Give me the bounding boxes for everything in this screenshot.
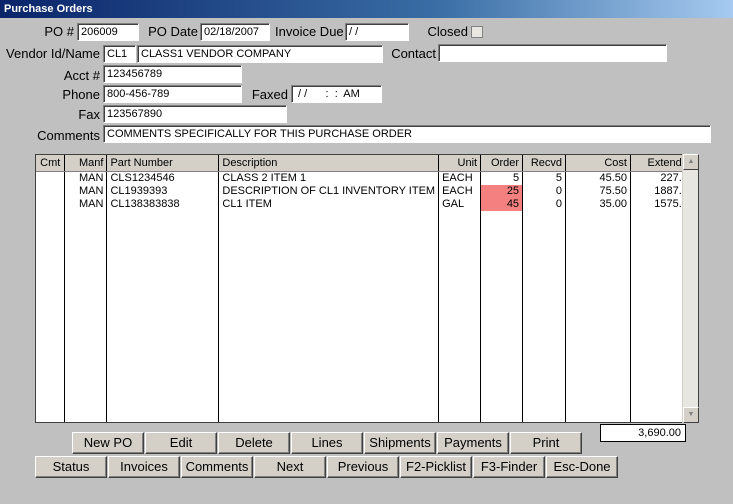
cell-part-number[interactable]: CL138383838 [107, 198, 219, 211]
edit-button[interactable]: Edit [145, 432, 217, 454]
fax-label: Fax [40, 107, 100, 122]
window-title: Purchase Orders [0, 0, 733, 18]
grid-scrollbar[interactable]: ▲ ▼ [682, 154, 698, 423]
status-button[interactable]: Status [35, 456, 107, 478]
invoice-due-label: Invoice Due [275, 24, 341, 39]
scroll-down-arrow-icon[interactable]: ▼ [683, 407, 699, 423]
print-button[interactable]: Print [510, 432, 582, 454]
cell-cost[interactable]: 45.50 [566, 171, 631, 185]
cell-description[interactable]: CLASS 2 ITEM 1 [219, 171, 439, 185]
grid-header-row: Cmt Manf Part Number Description Unit Or… [36, 155, 698, 171]
vendor-label: Vendor Id/Name [4, 46, 100, 61]
cell-manf[interactable]: MAN [65, 198, 107, 211]
col-header-order[interactable]: Order [481, 155, 523, 171]
phone-field[interactable]: 800-456-789 [103, 85, 242, 103]
closed-label: Closed [422, 24, 468, 39]
vendor-name-field[interactable]: CLASS1 VENDOR COMPANY [137, 45, 383, 63]
esc-done-button[interactable]: Esc-Done [546, 456, 618, 478]
col-header-part-number[interactable]: Part Number [107, 155, 219, 171]
cell-unit[interactable]: GAL [439, 198, 481, 211]
next-button[interactable]: Next [254, 456, 326, 478]
cell-recvd[interactable]: 0 [523, 185, 566, 198]
f2-picklist-button[interactable]: F2-Picklist [400, 456, 472, 478]
line-items-grid[interactable]: Cmt Manf Part Number Description Unit Or… [35, 154, 699, 423]
shipments-button[interactable]: Shipments [364, 432, 436, 454]
lines-button[interactable]: Lines [291, 432, 363, 454]
cell-order[interactable]: 25 [481, 185, 523, 198]
col-header-manf[interactable]: Manf [65, 155, 107, 171]
previous-button[interactable]: Previous [327, 456, 399, 478]
invoice-due-field[interactable]: / / [345, 23, 409, 41]
po-number-label: PO # [40, 24, 74, 39]
invoices-button[interactable]: Invoices [108, 456, 180, 478]
table-row[interactable]: MAN CL138383838 CL1 ITEM GAL 45 0 35.00 … [36, 198, 698, 211]
faxed-field[interactable]: / / : : AM [291, 85, 382, 103]
po-number-field[interactable]: 206009 [77, 23, 139, 41]
acct-field[interactable]: 123456789 [103, 65, 242, 83]
cell-description[interactable]: DESCRIPTION OF CL1 INVENTORY ITEM [219, 185, 439, 198]
cell-cost[interactable]: 75.50 [566, 185, 631, 198]
cell-recvd[interactable]: 5 [523, 171, 566, 185]
comments-label: Comments [20, 128, 100, 143]
payments-button[interactable]: Payments [437, 432, 509, 454]
acct-label: Acct # [40, 68, 100, 83]
col-header-unit[interactable]: Unit [439, 155, 481, 171]
scroll-up-arrow-icon[interactable]: ▲ [683, 154, 699, 170]
po-date-field[interactable]: 02/18/2007 [200, 23, 270, 41]
table-row[interactable]: MAN CL1939393 DESCRIPTION OF CL1 INVENTO… [36, 185, 698, 198]
cell-cmt[interactable] [36, 198, 65, 211]
table-row[interactable]: MAN CLS1234546 CLASS 2 ITEM 1 EACH 5 5 4… [36, 171, 698, 185]
vendor-id-field[interactable]: CL1 [103, 45, 136, 63]
contact-field[interactable] [438, 44, 667, 62]
delete-button[interactable]: Delete [218, 432, 290, 454]
cell-recvd[interactable]: 0 [523, 198, 566, 211]
col-header-cost[interactable]: Cost [566, 155, 631, 171]
comments-field[interactable]: COMMENTS SPECIFICALLY FOR THIS PURCHASE … [103, 125, 711, 143]
cell-order[interactable]: 5 [481, 171, 523, 185]
faxed-label: Faxed [250, 87, 288, 102]
cell-manf[interactable]: MAN [65, 185, 107, 198]
cell-cmt[interactable] [36, 185, 65, 198]
cell-unit[interactable]: EACH [439, 171, 481, 185]
cell-order[interactable]: 45 [481, 198, 523, 211]
phone-label: Phone [40, 87, 100, 102]
col-header-cmt[interactable]: Cmt [36, 155, 65, 171]
col-header-recvd[interactable]: Recvd [523, 155, 566, 171]
col-header-description[interactable]: Description [219, 155, 439, 171]
f3-finder-button[interactable]: F3-Finder [473, 456, 545, 478]
cell-cmt[interactable] [36, 171, 65, 185]
cell-part-number[interactable]: CL1939393 [107, 185, 219, 198]
cell-unit[interactable]: EACH [439, 185, 481, 198]
comments-button[interactable]: Comments [181, 456, 253, 478]
contact-label: Contact [388, 46, 436, 61]
cell-manf[interactable]: MAN [65, 171, 107, 185]
empty-grid-area [36, 211, 698, 424]
po-date-label: PO Date [144, 24, 198, 39]
extended-total: 3,690.00 [600, 424, 686, 442]
cell-description[interactable]: CL1 ITEM [219, 198, 439, 211]
cell-cost[interactable]: 35.00 [566, 198, 631, 211]
cell-part-number[interactable]: CLS1234546 [107, 171, 219, 185]
closed-checkbox[interactable] [471, 26, 483, 38]
new-po-button[interactable]: New PO [72, 432, 144, 454]
fax-field[interactable]: 123567890 [103, 105, 287, 123]
